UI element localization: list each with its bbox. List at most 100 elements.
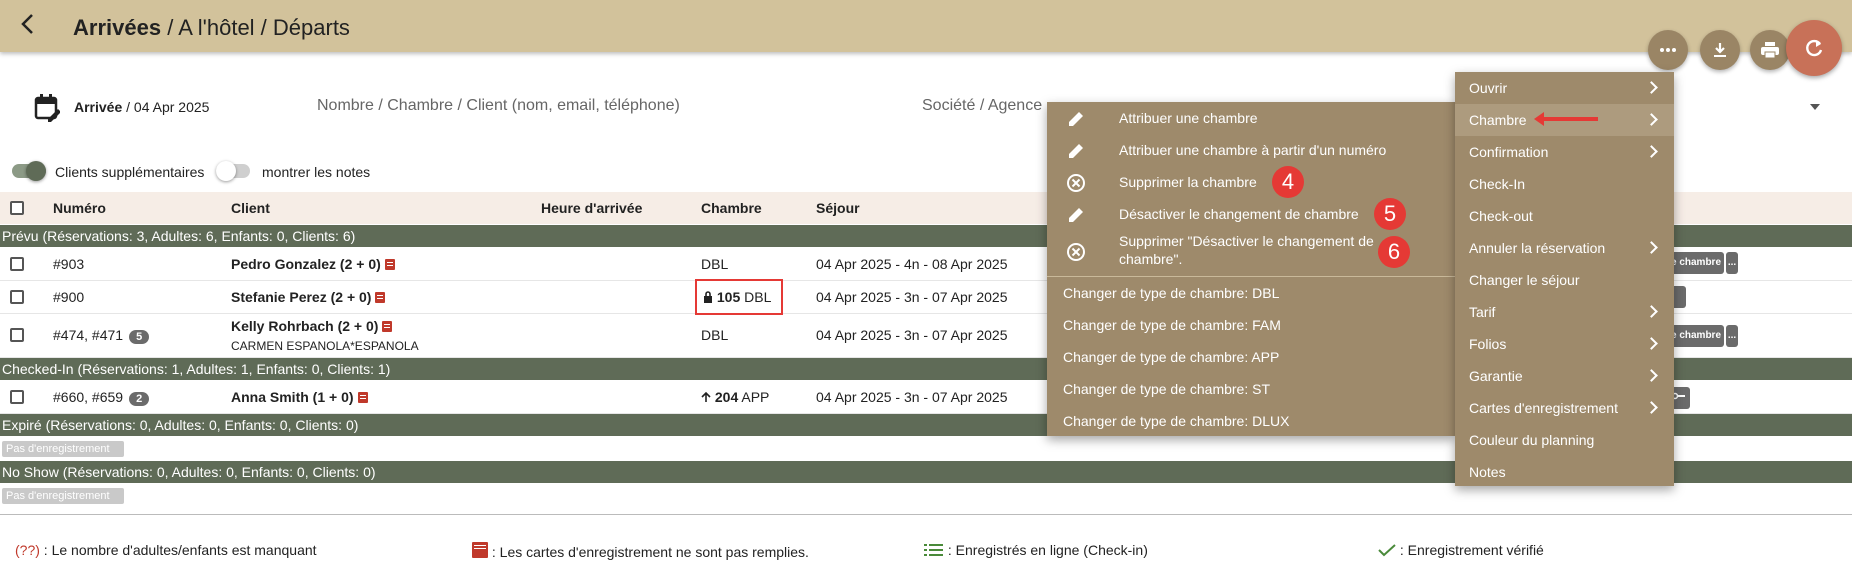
row-client[interactable]: Kelly Rohrbach (2 + 0) [231, 318, 393, 334]
date-filter-label: Arrivée [74, 99, 123, 115]
pencil-icon [1069, 112, 1083, 126]
refresh-button[interactable] [1786, 20, 1842, 76]
menu-guarantee[interactable]: Garantie [1455, 360, 1674, 392]
print-button[interactable] [1750, 30, 1790, 70]
row-sejour: 04 Apr 2025 - 4n - 08 Apr 2025 [816, 256, 1008, 272]
row-sejour: 04 Apr 2025 - 3n - 07 Apr 2025 [816, 289, 1008, 305]
legend-verified: : Enregistrement vérifié [1378, 542, 1544, 558]
menu-registration-cards[interactable]: Cartes d'enregistrement [1455, 392, 1674, 424]
menu-label: Chambre [1469, 112, 1527, 128]
row-numero[interactable]: #903 [53, 256, 84, 272]
client-name: Kelly Rohrbach (2 + 0) [231, 318, 379, 334]
show-notes-toggle[interactable] [216, 161, 250, 181]
menu-label: Cartes d'enregistrement [1469, 400, 1618, 416]
room-action-button[interactable]: e chambre [1668, 325, 1724, 347]
remove-circle-icon [1067, 243, 1085, 261]
menu-planning-color[interactable]: Couleur du planning [1455, 424, 1674, 456]
row-client[interactable]: Pedro Gonzalez (2 + 0) [231, 256, 395, 272]
col-sejour[interactable]: Séjour [816, 200, 860, 216]
select-all-checkbox[interactable] [10, 201, 24, 215]
room-type: DBL [744, 289, 772, 305]
pencil-icon [1069, 144, 1083, 158]
calendar-edit-icon[interactable] [34, 93, 60, 123]
registration-card-icon [472, 542, 488, 558]
menu-label: Confirmation [1469, 144, 1549, 160]
legend-cards: : Les cartes d'enregistrement ne sont pa… [472, 542, 809, 560]
footer-divider [0, 514, 1852, 515]
menu-rate[interactable]: Tarif [1455, 296, 1674, 328]
row-client[interactable]: Stefanie Perez (2 + 0) [231, 289, 386, 305]
row-numero[interactable]: #900 [53, 289, 84, 305]
menu-assign-room-by-number[interactable]: Attribuer une chambre à partir d'un numé… [1119, 142, 1449, 158]
pencil-icon [1069, 208, 1083, 222]
row-checkbox[interactable] [10, 290, 24, 304]
menu-open[interactable]: Ouvrir [1455, 72, 1674, 104]
row-checkbox[interactable] [10, 328, 24, 342]
show-notes-label: montrer les notes [262, 164, 371, 180]
extra-clients-toggle[interactable] [12, 161, 46, 181]
key-icon [1671, 392, 1685, 400]
chevron-right-icon [1645, 337, 1658, 350]
count-badge: 2 [129, 392, 150, 406]
download-button[interactable] [1700, 30, 1740, 70]
toggle-knob [216, 161, 236, 181]
menu-confirmation[interactable]: Confirmation [1455, 136, 1674, 168]
more-options-button[interactable] [1648, 30, 1688, 70]
row-checkbox[interactable] [10, 390, 24, 404]
row-more-button[interactable]: ... [1726, 325, 1738, 347]
menu-change-stay[interactable]: Changer le séjour [1455, 264, 1674, 296]
no-registration-tag: Pas d'enregistrement [2, 488, 124, 504]
menu-folios[interactable]: Folios [1455, 328, 1674, 360]
row-more-button[interactable]: ... [1726, 252, 1738, 274]
row-numero[interactable]: #474, #471 5 [53, 327, 150, 344]
menu-remove-disable-room-change[interactable]: Supprimer "Désactiver le changement de c… [1119, 233, 1409, 267]
room-action-button[interactable]: e chambre [1668, 252, 1724, 274]
row-chambre[interactable]: 105 DBL [703, 289, 771, 305]
menu-assign-room[interactable]: Attribuer une chambre [1119, 110, 1449, 126]
menu-line-1: Supprimer "Désactiver le changement de [1119, 233, 1374, 249]
row-checkbox[interactable] [10, 257, 24, 271]
menu-divider [1047, 276, 1455, 277]
date-filter[interactable]: Arrivée / 04 Apr 2025 [74, 99, 209, 115]
menu-change-type-st[interactable]: Changer de type de chambre: ST [1063, 381, 1443, 397]
menu-check-in[interactable]: Check-In [1455, 168, 1674, 200]
breadcrumb-active[interactable]: Arrivées [73, 15, 161, 40]
dropdown-arrow-icon[interactable] [1810, 104, 1820, 110]
menu-change-type-fam[interactable]: Changer de type de chambre: FAM [1063, 317, 1443, 333]
row-chambre[interactable]: DBL [701, 327, 728, 343]
col-numero[interactable]: Numéro [53, 200, 106, 216]
legend-online-text: : Enregistrés en ligne (Check-in) [944, 542, 1148, 558]
company-filter-input[interactable]: Société / Agence [922, 97, 1042, 115]
row-chambre[interactable]: DBL [701, 256, 728, 272]
menu-cancel-reservation[interactable]: Annuler la réservation [1455, 232, 1674, 264]
menu-notes[interactable]: Notes [1455, 456, 1674, 488]
chevron-right-icon [1645, 369, 1658, 382]
menu-check-out[interactable]: Check-out [1455, 200, 1674, 232]
pointer-arrow-annotation [1534, 112, 1598, 126]
menu-change-type-app[interactable]: Changer de type de chambre: APP [1063, 349, 1443, 365]
row-company: CARMEN ESPANOLA*ESPANOLA [231, 339, 419, 353]
checkmark-icon [1378, 544, 1396, 557]
step-badge-6: 6 [1378, 236, 1410, 268]
menu-change-type-dbl[interactable]: Changer de type de chambre: DBL [1063, 285, 1443, 301]
room-number: 204 [714, 389, 739, 405]
search-input[interactable]: Nombre / Chambre / Client (nom, email, t… [317, 97, 680, 115]
col-chambre[interactable]: Chambre [701, 200, 762, 216]
step-badge-4: 4 [1272, 166, 1304, 198]
legend-missing-text: : Le nombre d'adultes/enfants est manqua… [39, 542, 317, 558]
menu-disable-room-change[interactable]: Désactiver le changement de chambre [1119, 206, 1409, 222]
menu-label: Garantie [1469, 368, 1523, 384]
row-client[interactable]: Anna Smith (1 + 0) [231, 389, 368, 405]
room-submenu: Attribuer une chambre Attribuer une cham… [1047, 102, 1455, 436]
col-heure[interactable]: Heure d'arrivée [541, 200, 642, 216]
registration-card-icon [384, 259, 395, 270]
client-name: Stefanie Perez (2 + 0) [231, 289, 372, 305]
context-menu: Ouvrir Chambre Confirmation Check-In Che… [1455, 72, 1674, 486]
row-numero[interactable]: #660, #659 2 [53, 389, 150, 406]
back-arrow-icon[interactable] [18, 12, 38, 36]
row-chambre[interactable]: 204 APP [701, 389, 769, 405]
col-client[interactable]: Client [231, 200, 270, 216]
remove-circle-icon [1067, 174, 1085, 192]
menu-change-type-dlux[interactable]: Changer de type de chambre: DLUX [1063, 413, 1443, 429]
breadcrumb-rest[interactable]: / A l'hôtel / Départs [161, 15, 350, 40]
